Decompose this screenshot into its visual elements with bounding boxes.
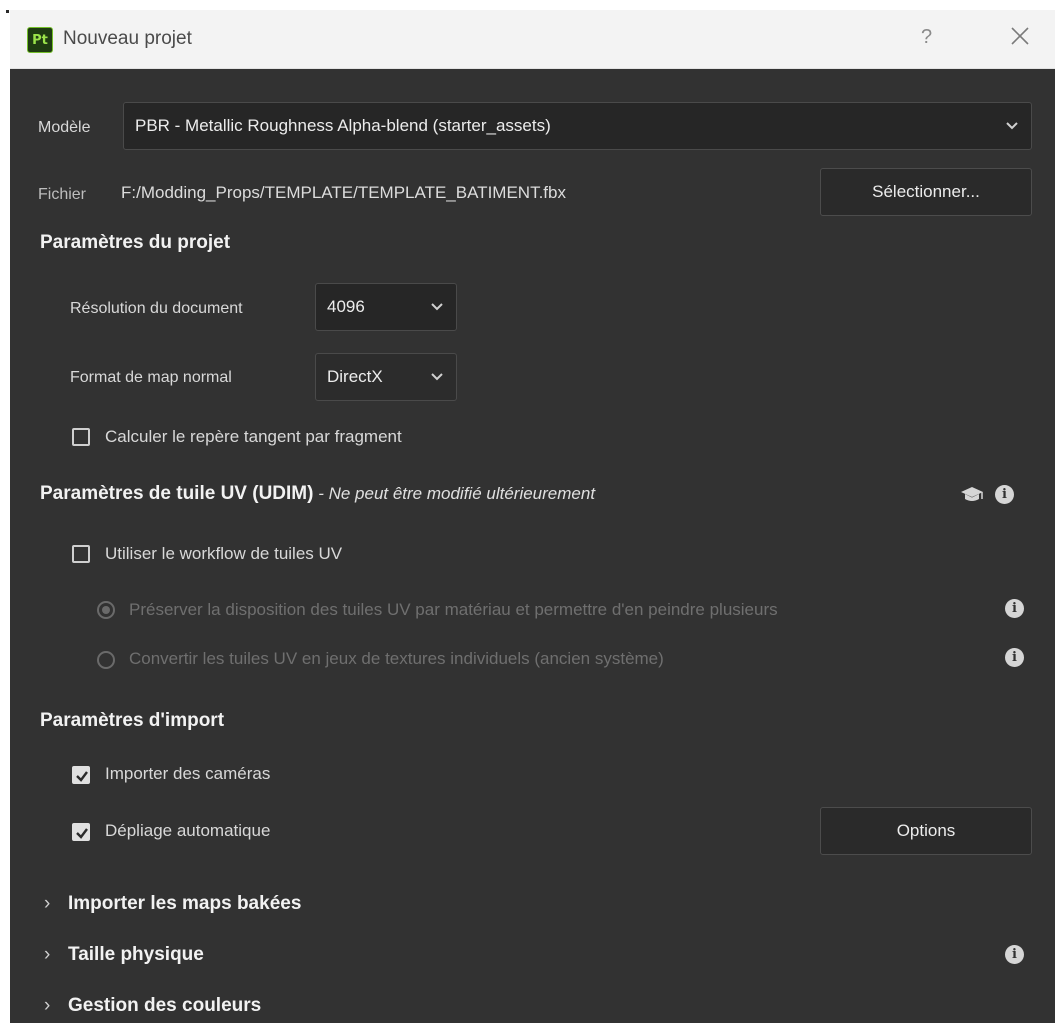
preserve-udim-label: Préserver la disposition des tuiles UV p…: [129, 600, 778, 619]
info-icon[interactable]: i: [1005, 599, 1024, 618]
template-value: PBR - Metallic Roughness Alpha-blend (st…: [135, 116, 551, 135]
import-settings-title: Paramètres d'import: [40, 710, 225, 731]
painter-app-icon: Pt: [27, 27, 53, 53]
chevron-right-icon: ›: [44, 995, 51, 1016]
convert-udim-label: Convertir les tuiles UV en jeux de textu…: [129, 649, 664, 668]
udim-workflow-checkbox[interactable]: [72, 545, 90, 563]
physical-size-section[interactable]: › Taille physique: [44, 944, 204, 966]
window-corner: [6, 10, 9, 13]
normal-format-select[interactable]: DirectX: [315, 353, 457, 401]
resolution-label: Résolution du document: [70, 300, 243, 317]
auto-unwrap-label: Dépliage automatique: [105, 821, 271, 840]
udim-subtitle: - Ne peut être modifié ultérieurement: [313, 484, 596, 503]
tangent-checkbox[interactable]: [72, 428, 90, 446]
resolution-value: 4096: [327, 297, 365, 316]
physical-size-label: Taille physique: [68, 944, 204, 965]
udim-workflow-label: Utiliser le workflow de tuiles UV: [105, 544, 343, 563]
template-select[interactable]: PBR - Metallic Roughness Alpha-blend (st…: [123, 102, 1032, 150]
baked-maps-section[interactable]: › Importer les maps bakées: [44, 893, 301, 915]
info-icon[interactable]: i: [1005, 648, 1024, 667]
checkmark-icon: [76, 828, 88, 839]
import-cameras-checkbox[interactable]: [72, 766, 90, 784]
udim-title: Paramètres de tuile UV (UDIM): [40, 483, 314, 504]
file-label: Fichier: [38, 186, 87, 203]
chevron-right-icon: ›: [44, 944, 51, 965]
normal-format-label: Format de map normal: [70, 369, 232, 386]
template-label: Modèle: [38, 119, 91, 136]
info-icon[interactable]: i: [995, 485, 1014, 504]
resolution-select[interactable]: 4096: [315, 283, 457, 331]
graduation-cap-icon[interactable]: [960, 485, 984, 505]
auto-unwrap-checkbox[interactable]: [72, 823, 90, 841]
checkmark-icon: [76, 771, 88, 782]
info-icon[interactable]: i: [1005, 945, 1024, 964]
udim-title-row: Paramètres de tuile UV (UDIM) - Ne peut …: [40, 483, 595, 505]
chevron-down-icon: [431, 373, 443, 381]
color-management-section[interactable]: › Gestion des couleurs: [44, 995, 261, 1017]
file-path: F:/Modding_Props/TEMPLATE/TEMPLATE_BATIM…: [121, 183, 566, 202]
convert-udim-radio[interactable]: [97, 651, 115, 669]
title-bar: Pt Nouveau projet ?: [10, 10, 1055, 69]
close-icon: [1011, 27, 1029, 45]
color-management-label: Gestion des couleurs: [68, 995, 262, 1016]
normal-format-value: DirectX: [327, 367, 383, 386]
window-title: Nouveau projet: [63, 28, 192, 49]
preserve-udim-radio[interactable]: [97, 601, 115, 619]
chevron-down-icon: [1006, 122, 1018, 130]
chevron-down-icon: [431, 303, 443, 311]
close-button[interactable]: [1006, 22, 1034, 50]
help-button[interactable]: ?: [921, 26, 932, 49]
import-cameras-label: Importer des caméras: [105, 764, 271, 783]
project-settings-title: Paramètres du projet: [40, 232, 231, 253]
options-button[interactable]: Options: [820, 807, 1032, 855]
select-file-button[interactable]: Sélectionner...: [820, 168, 1032, 216]
baked-maps-label: Importer les maps bakées: [68, 893, 302, 914]
new-project-dialog: Modèle PBR - Metallic Roughness Alpha-bl…: [10, 69, 1055, 1023]
tangent-label: Calculer le repère tangent par fragment: [105, 427, 402, 446]
chevron-right-icon: ›: [44, 893, 51, 914]
